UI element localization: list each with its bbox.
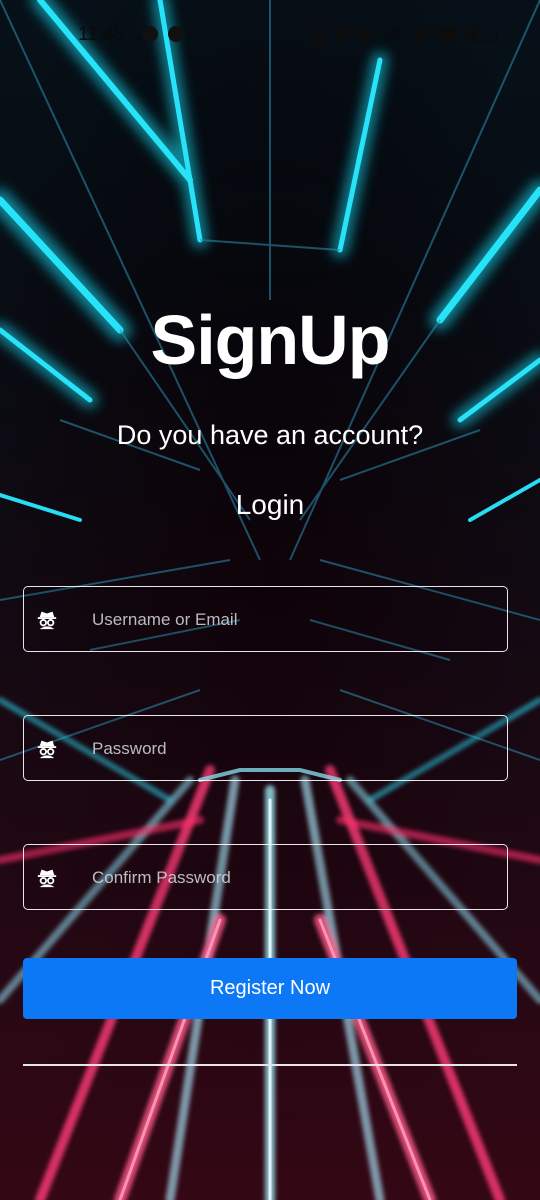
signal-icon (438, 27, 456, 41)
page-title: SignUp (150, 301, 391, 379)
login-link[interactable]: Login (0, 489, 540, 521)
password-field[interactable] (23, 715, 508, 782)
account-question: Do you have an account? (116, 420, 424, 450)
mute-icon (336, 27, 348, 41)
divider (23, 1064, 517, 1066)
incognito-icon (37, 611, 57, 630)
status-icons: 0.00 KB/S (314, 26, 498, 42)
confirm-password-input[interactable] (90, 845, 494, 911)
incognito-icon (37, 869, 57, 888)
alarm-icon (314, 27, 326, 41)
network-speed: 0.00 KB/S (383, 25, 403, 42)
bluetooth-icon (358, 27, 370, 41)
password-input[interactable] (90, 716, 494, 782)
whatsapp-icon (142, 26, 158, 42)
register-button[interactable]: Register Now (23, 958, 517, 1019)
data-icon (416, 27, 428, 41)
status-bar: 11:45 0.00 KB/S (0, 0, 540, 72)
confirm-password-field[interactable] (23, 844, 508, 911)
username-input[interactable] (90, 587, 494, 653)
incognito-icon (37, 740, 57, 759)
status-time: 11:45 (78, 24, 125, 45)
username-field[interactable] (23, 586, 508, 653)
app-icon (168, 26, 184, 42)
battery-icon (466, 26, 498, 42)
